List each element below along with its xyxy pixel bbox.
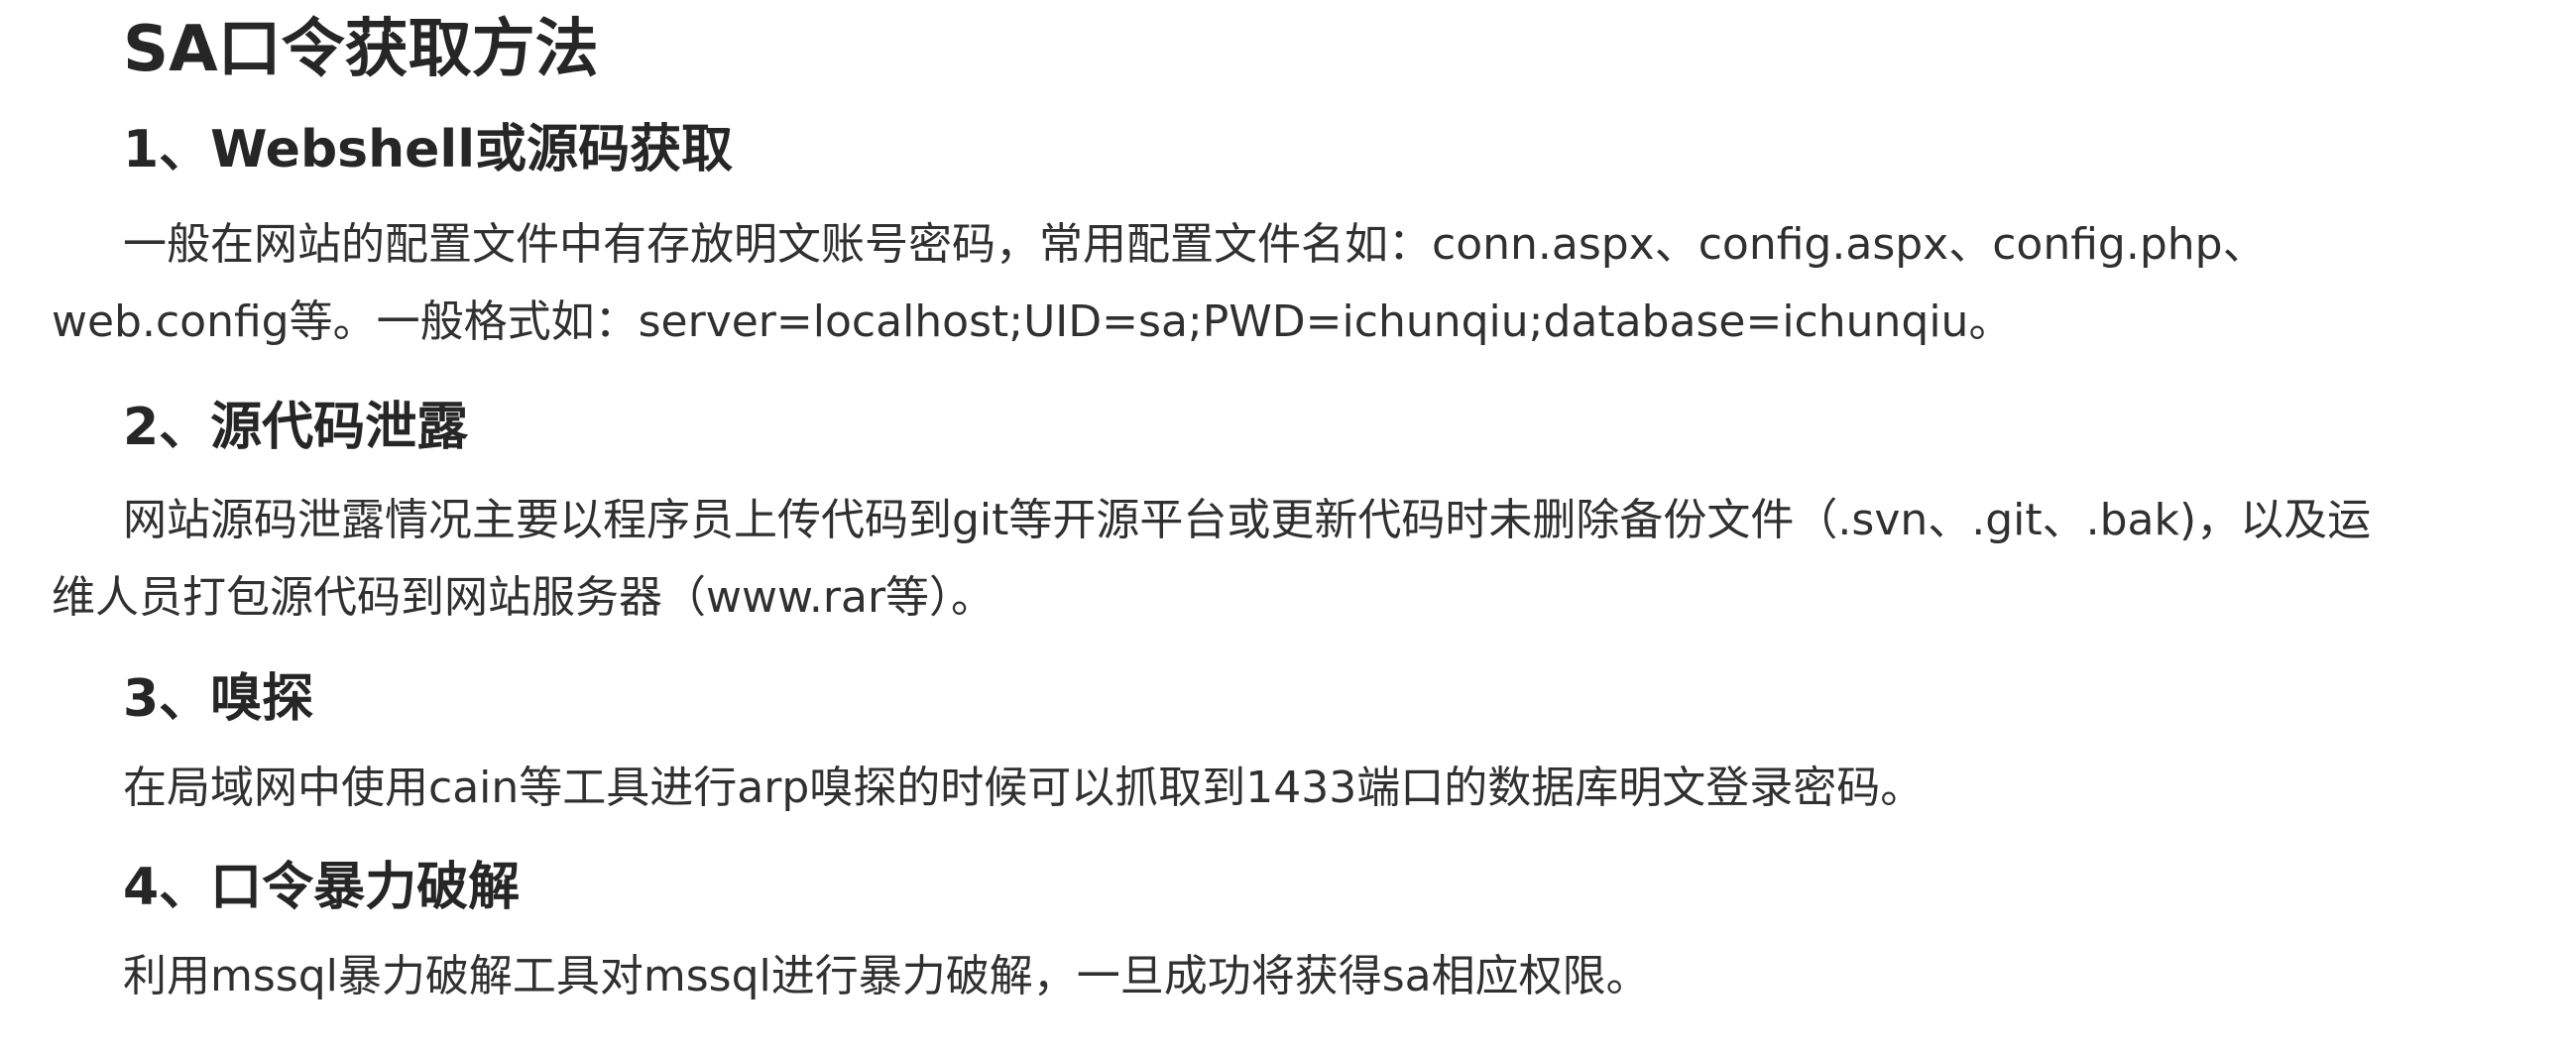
slide: SA口令获取方法 1、Webshell或源码获取 一般在网站的配置文件中有存放明… [0, 0, 2576, 1059]
section-2-heading: 2、源代码泄露 [123, 398, 469, 457]
page-title: SA口令获取方法 [123, 13, 599, 86]
section-2-line-2: 维人员打包源代码到网站服务器（www.rar等）。 [52, 572, 995, 623]
section-4-heading: 4、口令暴力破解 [123, 858, 521, 917]
section-1-line-1: 一般在网站的配置文件中有存放明文账号密码，常用配置文件名如：conn.aspx、… [123, 219, 2267, 270]
section-3-body: 在局域网中使用cain等工具进行arp嗅探的时候可以抓取到1433端口的数据库明… [52, 750, 2550, 827]
section-3-heading: 3、嗅探 [123, 669, 314, 729]
section-3-line-1: 在局域网中使用cain等工具进行arp嗅探的时候可以抓取到1433端口的数据库明… [123, 763, 1925, 813]
section-2-line-1: 网站源码泄露情况主要以程序员上传代码到git等开源平台或更新代码时未删除备份文件… [123, 495, 2372, 545]
section-1-line-2: web.config等。一般格式如：server=localhost;UID=s… [52, 296, 2013, 347]
section-4-body: 利用mssql暴力破解工具对mssql进行暴力破解，一旦成功将获得sa相应权限。 [52, 938, 2550, 1015]
section-4-line-1: 利用mssql暴力破解工具对mssql进行暴力破解，一旦成功将获得sa相应权限。 [123, 951, 1650, 1001]
section-1-body: 一般在网站的配置文件中有存放明文账号密码，常用配置文件名如：conn.aspx、… [52, 206, 2550, 361]
section-2-body: 网站源码泄露情况主要以程序员上传代码到git等开源平台或更新代码时未删除备份文件… [52, 482, 2550, 637]
section-1-heading: 1、Webshell或源码获取 [123, 120, 734, 179]
